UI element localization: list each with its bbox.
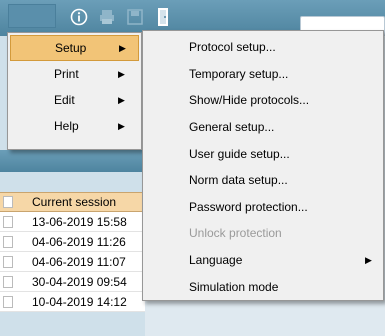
menu-item-temporary-setup[interactable]: Temporary setup... (143, 61, 383, 88)
row-checkbox[interactable] (3, 215, 13, 228)
session-row[interactable]: 10-04-2019 14:12 (0, 292, 145, 312)
menu-item-help[interactable]: Help ▶ (8, 113, 141, 139)
menu-item-label: Norm data setup... (189, 173, 288, 188)
menu-item-label: Edit (54, 93, 75, 107)
submenu-arrow-icon: ▶ (118, 68, 125, 79)
session-list: Current session 13-06-2019 15:58 04-06-2… (0, 192, 145, 312)
side-panel-band (0, 150, 145, 172)
header-checkbox[interactable] (3, 196, 13, 208)
menu-item-general-setup[interactable]: General setup... (143, 114, 383, 141)
exit-door-icon[interactable] (152, 6, 174, 28)
menu-item-setup[interactable]: Setup ▶ (10, 35, 139, 61)
menu-item-label: Show/Hide protocols... (189, 93, 310, 108)
menu-item-simulation-mode[interactable]: Simulation mode (143, 273, 383, 300)
row-checkbox[interactable] (3, 235, 13, 248)
main-menu: Setup ▶ Print ▶ Edit ▶ Help ▶ (7, 32, 142, 150)
menu-item-label: General setup... (189, 120, 275, 135)
menu-item-label: Protocol setup... (189, 40, 276, 55)
session-row[interactable]: 04-06-2019 11:07 (0, 252, 145, 272)
menu-item-show-hide-protocols[interactable]: Show/Hide protocols... (143, 87, 383, 114)
session-header-label: Current session (32, 195, 117, 209)
menu-item-label: Password protection... (189, 199, 308, 214)
menu-item-label: Setup (55, 41, 87, 55)
session-row[interactable]: 13-06-2019 15:58 (0, 212, 145, 232)
session-date: 30-04-2019 09:54 (32, 274, 127, 289)
session-row[interactable]: 04-06-2019 11:26 (0, 232, 145, 252)
session-date: 04-06-2019 11:07 (32, 254, 126, 269)
menu-item-label: Print (54, 67, 79, 81)
session-date: 10-04-2019 14:12 (32, 294, 127, 309)
menu-item-label: Temporary setup... (189, 66, 289, 81)
print-icon[interactable] (96, 6, 118, 28)
menu-item-protocol-setup[interactable]: Protocol setup... (143, 34, 383, 61)
row-checkbox[interactable] (3, 295, 13, 308)
session-date: 13-06-2019 15:58 (32, 214, 127, 229)
menu-item-print[interactable]: Print ▶ (8, 61, 141, 87)
menu-item-edit[interactable]: Edit ▶ (8, 87, 141, 113)
session-row[interactable]: 30-04-2019 09:54 (0, 272, 145, 292)
menu-item-label: Help (54, 119, 79, 133)
submenu-arrow-icon: ▶ (119, 42, 126, 53)
submenu-arrow-icon: ▶ (118, 94, 125, 105)
row-checkbox[interactable] (3, 275, 13, 288)
session-date: 04-06-2019 11:26 (32, 234, 126, 249)
row-checkbox[interactable] (3, 255, 13, 268)
menu-item-label: User guide setup... (189, 146, 290, 161)
menu-item-label: Simulation mode (189, 279, 279, 294)
setup-submenu: Protocol setup... Temporary setup... Sho… (142, 30, 384, 301)
session-header[interactable]: Current session (0, 192, 145, 212)
menu-item-password-protection[interactable]: Password protection... (143, 194, 383, 221)
menu-item-language[interactable]: Language ▶ (143, 247, 383, 274)
save-icon[interactable] (124, 6, 146, 28)
info-icon[interactable] (68, 6, 90, 28)
submenu-arrow-icon: ▶ (118, 120, 125, 131)
menu-item-label: Language (189, 253, 243, 268)
menu-item-unlock-protection: Unlock protection (143, 220, 383, 247)
submenu-arrow-icon: ▶ (365, 254, 372, 265)
menu-item-label: Unlock protection (189, 226, 282, 241)
menu-item-norm-data-setup[interactable]: Norm data setup... (143, 167, 383, 194)
menu-item-user-guide-setup[interactable]: User guide setup... (143, 140, 383, 167)
toolbar-left-button[interactable] (8, 4, 56, 28)
